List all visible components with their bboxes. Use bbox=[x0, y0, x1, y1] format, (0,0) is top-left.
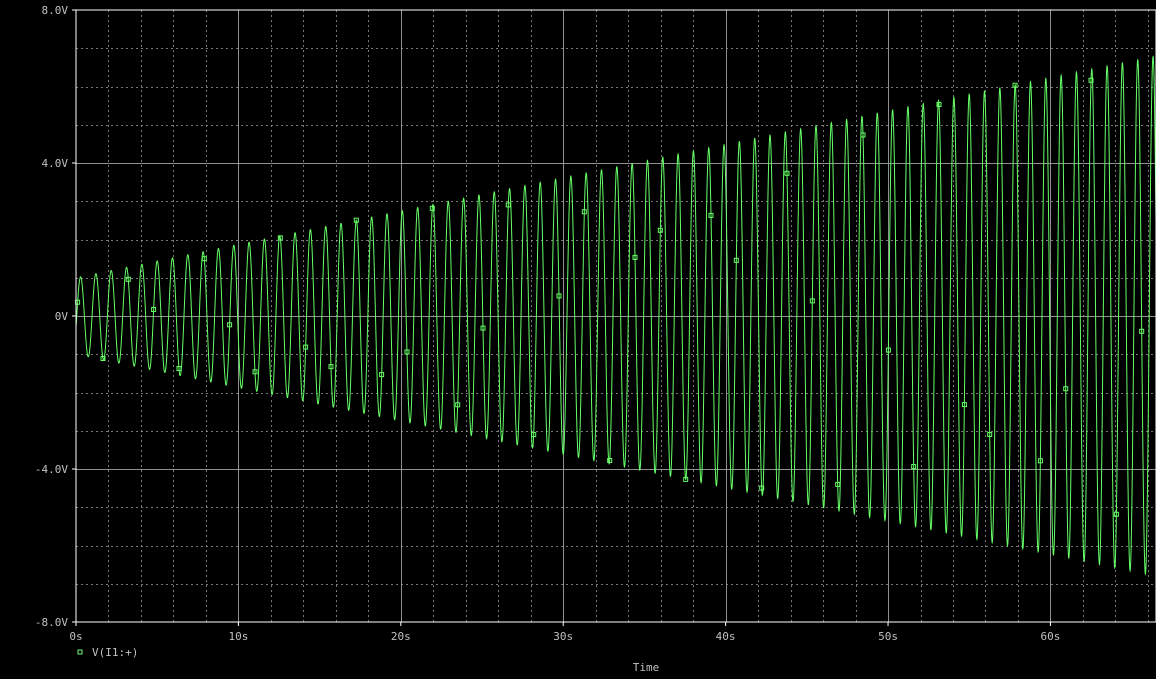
x-axis-ticks: 0s 10s 20s 30s 40s 50s 60s bbox=[69, 622, 1060, 643]
x-tick-label: 10s bbox=[228, 630, 248, 643]
x-tick-label: 30s bbox=[553, 630, 573, 643]
x-tick-label: 20s bbox=[391, 630, 411, 643]
legend: V(I1:+) bbox=[77, 646, 138, 659]
probe-plot-window: 8.0V 4.0V 0V -4.0V -8.0V 0s 10s 20s 30s 40s 50s 60… bbox=[0, 0, 1156, 679]
x-tick-label: 0s bbox=[69, 630, 82, 643]
x-axis-title: Time bbox=[633, 661, 660, 674]
x-tick-label: 40s bbox=[716, 630, 736, 643]
y-tick-label: -4.0V bbox=[35, 463, 68, 476]
y-axis-ticks: 8.0V 4.0V 0V -4.0V -8.0V bbox=[35, 4, 76, 629]
y-tick-label: 8.0V bbox=[42, 4, 69, 17]
legend-marker-square-icon bbox=[77, 649, 83, 655]
y-tick-label: -8.0V bbox=[35, 616, 68, 629]
legend-label-series: V(I1:+) bbox=[92, 646, 138, 659]
trace-layer bbox=[75, 55, 1156, 576]
x-tick-label: 50s bbox=[878, 630, 898, 643]
x-tick-label: 60s bbox=[1040, 630, 1060, 643]
y-tick-label: 4.0V bbox=[42, 157, 69, 170]
waveform-plot: 8.0V 4.0V 0V -4.0V -8.0V 0s 10s 20s 30s 40s 50s 60… bbox=[35, 4, 1156, 674]
y-tick-label: 0V bbox=[55, 310, 69, 323]
